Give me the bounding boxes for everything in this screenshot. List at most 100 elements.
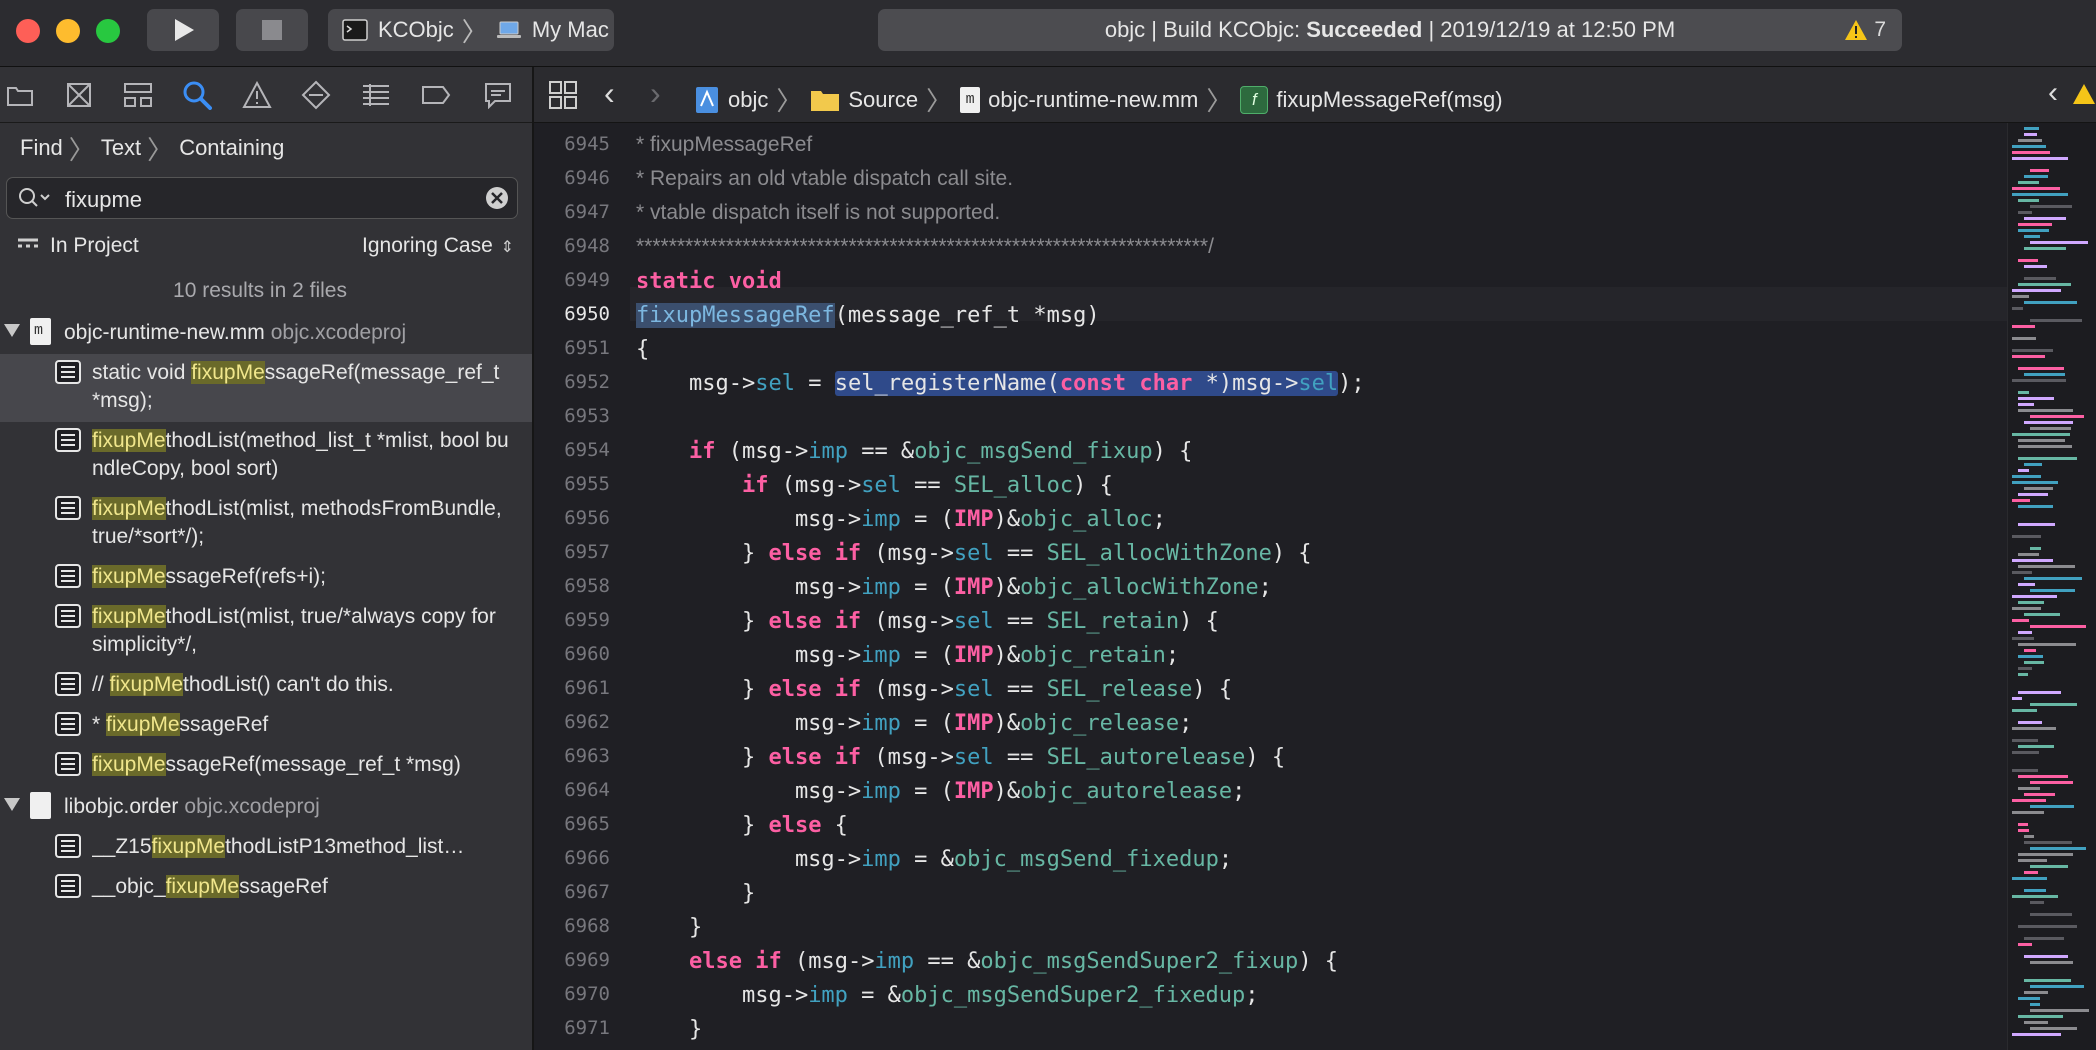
search-input[interactable]: fixupme [65,187,142,213]
warning-icon[interactable] [2072,83,2096,105]
find-search-field[interactable]: fixupme [6,177,518,219]
search-options-icon[interactable] [17,185,53,211]
member: sel [1298,371,1339,396]
minimap-line [2018,283,2071,286]
scheme-selector[interactable]: KCObjc 〉 My Mac [328,9,614,51]
zoom-window-button[interactable] [96,19,120,43]
warnings-indicator[interactable]: 7 [1844,18,1886,42]
test-navigator-tab[interactable] [300,79,332,111]
minimap-line [2030,961,2073,964]
go-forward-button[interactable]: › [650,75,661,112]
breadcrumb-symbol[interactable]: fixupMessageRef(msg) [1276,87,1502,113]
result-file-group[interactable]: libobjc.order objc.xcodeproj [0,786,532,828]
search-result-item[interactable]: fixupMethodList(method_list_t *mlist, bo… [0,422,532,490]
disclosure-triangle-icon[interactable] [4,324,20,337]
identifier: SEL_alloc [953,473,1074,498]
breadcrumb-folder[interactable]: Source [848,87,918,113]
type-name: IMP [953,507,994,532]
minimize-window-button[interactable] [56,19,80,43]
search-result-item[interactable]: // fixupMethodList() can't do this. [0,666,532,706]
minimap-line [2012,895,2058,898]
code-text: } [741,881,756,906]
search-result-item[interactable]: static void fixupMessageRef(message_ref_… [0,354,532,422]
chevron-left-icon[interactable]: ‹ [2048,76,2058,110]
result-file-name: objc-runtime-new.mm [64,321,265,344]
result-file-group[interactable]: m objc-runtime-new.mm objc.xcodeproj [0,312,532,354]
project-navigator-tab[interactable] [4,79,36,111]
breadcrumb-file[interactable]: objc-runtime-new.mm [988,87,1198,113]
minimap-line [2018,787,2040,790]
clear-search-icon[interactable] [485,186,509,210]
search-result-item[interactable]: __Z15fixupMethodListP13method_list… [0,828,532,868]
source-control-navigator-tab[interactable] [63,79,95,111]
minimap-line [2018,553,2039,556]
minimap-line [2018,859,2047,862]
minimap-line [2012,475,2041,478]
search-result-item[interactable]: * fixupMessageRef [0,706,532,746]
function-ref: objc_autorelease [1020,779,1233,804]
find-mode-breadcrumb[interactable]: Find 〉 Text 〉 Containing [0,123,532,173]
code-text: = [794,371,835,396]
search-result-item[interactable]: fixupMethodList(mlist, true/*always copy… [0,598,532,666]
result-match: fixupMe [165,875,240,898]
search-result-item[interactable]: fixupMethodList(mlist, methodsFromBundle… [0,490,532,558]
stop-icon [262,20,282,40]
breakpoint-navigator-tab[interactable] [420,79,452,111]
text-result-icon [55,564,81,588]
member: imp [861,847,901,872]
minimap-line [2030,1009,2089,1012]
go-back-button[interactable]: ‹ [604,75,615,112]
result-prefix: // [92,673,110,696]
line-number-gutter[interactable]: 6945 6946 6947 6948 6949 6950 6951 6952 6953 6954… [534,123,630,1050]
report-navigator-tab[interactable] [482,79,514,111]
search-result-item[interactable]: fixupMessageRef(refs+i); [0,558,532,598]
keyword: const [1059,371,1127,396]
stop-button[interactable] [236,9,308,51]
text-result-icon [55,604,81,628]
close-window-button[interactable] [16,19,40,43]
debug-navigator-tab[interactable] [360,79,392,111]
breadcrumb-project[interactable]: objc [728,87,768,113]
chevron-right-icon: 〉 [776,86,803,116]
result-file-project: objc.xcodeproj [270,321,407,344]
run-button[interactable] [147,9,219,51]
code-line: } else if (msg->sel == SEL_release) { [636,677,1233,702]
issue-navigator-tab[interactable] [241,79,273,111]
case-sensitivity-popup[interactable]: Ignoring Case ⇕ [362,234,514,258]
minimap-line [2030,547,2041,550]
minimap-line [2018,397,2054,400]
related-items-grid-icon[interactable] [548,80,578,110]
activity-status-bar[interactable]: objc | Build KCObjc: Succeeded | 2019/12… [878,9,1902,51]
line-number: 6961 [564,677,610,699]
search-result-item[interactable]: fixupMessageRef(message_ref_t *msg) [0,746,532,786]
find-navigator-tab[interactable] [181,79,213,111]
disclosure-triangle-icon[interactable] [4,798,20,811]
minimap-line [2018,505,2053,508]
minimap-line [2018,721,2042,724]
find-mode-text[interactable]: Text [101,135,141,161]
identifier: SEL_release [1046,677,1193,702]
minimap-line [2024,979,2071,982]
minimap-line [2012,289,2061,292]
minimap-line [2024,421,2073,424]
search-result-item[interactable]: __objc_fixupMessageRef [0,868,532,908]
find-scope-button[interactable]: In Project [50,234,139,258]
minimap-line [2024,133,2037,136]
code-text: sel_registerName [834,371,1047,396]
minimap-line [2012,295,2029,298]
symbol-navigator-tab[interactable] [122,79,154,111]
text-result-icon [55,496,81,520]
keyword: if [834,541,862,566]
find-mode-containing[interactable]: Containing [179,135,284,161]
minimap-line [2018,229,2049,232]
minimap-line [2018,673,2028,676]
line-number: 6950 [564,303,610,325]
minimap-line [2030,589,2075,592]
code-line: if (msg->sel == SEL_alloc) { [741,473,1113,498]
minimap[interactable] [2007,123,2096,1050]
line-number: 6958 [564,575,610,597]
find-mode-find[interactable]: Find [20,135,63,161]
code-area[interactable]: * fixupMessageRef * Repairs an old vtabl… [636,123,2011,1050]
minimap-line [2012,355,2045,358]
navigator-sidebar: Find 〉 Text 〉 Containing fixupme In Proj… [0,67,534,1050]
